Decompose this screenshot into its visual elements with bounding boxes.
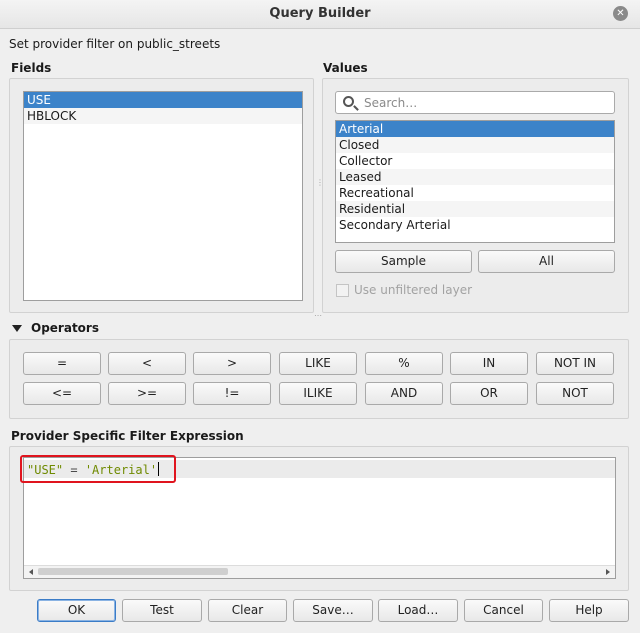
sample-button[interactable]: Sample	[335, 250, 472, 273]
value-item[interactable]: Closed	[336, 137, 614, 153]
op-not-in-button[interactable]: NOT IN	[536, 352, 614, 375]
close-icon[interactable]: ✕	[613, 6, 628, 21]
field-item-use[interactable]: USE	[24, 92, 302, 108]
load-button[interactable]: Load…	[378, 599, 458, 622]
value-item[interactable]: Arterial	[336, 121, 614, 137]
value-item[interactable]: Residential	[336, 201, 614, 217]
op-less-button[interactable]: <	[108, 352, 186, 375]
op-and-button[interactable]: AND	[365, 382, 443, 405]
op-greater-equal-button[interactable]: >=	[108, 382, 186, 405]
op-greater-button[interactable]: >	[193, 352, 271, 375]
search-icon	[343, 96, 354, 107]
scroll-right-icon[interactable]	[606, 569, 610, 575]
field-item-hblock[interactable]: HBLOCK	[24, 108, 302, 124]
operators-panel	[9, 339, 629, 419]
scroll-thumb[interactable]	[38, 568, 228, 575]
op-not-equal-button[interactable]: !=	[193, 382, 271, 405]
op-like-button[interactable]: LIKE	[279, 352, 357, 375]
window-title: Query Builder	[269, 6, 371, 21]
op-ilike-button[interactable]: ILIKE	[279, 382, 357, 405]
value-item[interactable]: Recreational	[336, 185, 614, 201]
horizontal-scrollbar[interactable]	[24, 565, 615, 578]
op-in-button[interactable]: IN	[450, 352, 528, 375]
value-item[interactable]: Secondary Arterial	[336, 217, 614, 233]
unfiltered-checkbox[interactable]	[336, 284, 349, 297]
expression-label: Provider Specific Filter Expression	[11, 429, 244, 443]
scroll-left-icon[interactable]	[29, 569, 33, 575]
value-item[interactable]: Leased	[336, 169, 614, 185]
splitter-handle-horizontal[interactable]: ⋯	[314, 311, 322, 320]
op-less-equal-button[interactable]: <=	[23, 382, 101, 405]
collapse-triangle-icon[interactable]	[12, 325, 22, 332]
op-equals-button[interactable]: =	[23, 352, 101, 375]
operators-label: Operators	[31, 321, 99, 335]
cancel-button[interactable]: Cancel	[464, 599, 543, 622]
search-input[interactable]	[362, 94, 607, 111]
op-percent-button[interactable]: %	[365, 352, 443, 375]
ok-button[interactable]: OK	[37, 599, 116, 622]
subtitle: Set provider filter on public_streets	[9, 37, 221, 51]
value-item[interactable]: Collector	[336, 153, 614, 169]
expression-highlight-box	[20, 455, 176, 483]
fields-label: Fields	[11, 61, 52, 75]
values-label: Values	[323, 61, 368, 75]
all-button[interactable]: All	[478, 250, 615, 273]
test-button[interactable]: Test	[122, 599, 202, 622]
unfiltered-label: Use unfiltered layer	[354, 283, 473, 297]
op-or-button[interactable]: OR	[450, 382, 528, 405]
search-box[interactable]	[335, 91, 615, 114]
title-bar: Query Builder ✕	[0, 0, 640, 29]
values-list[interactable]: Arterial Closed Collector Leased Recreat…	[335, 120, 615, 243]
fields-list[interactable]: USE HBLOCK	[23, 91, 303, 301]
op-not-button[interactable]: NOT	[536, 382, 614, 405]
help-button[interactable]: Help	[549, 599, 629, 622]
save-button[interactable]: Save…	[293, 599, 373, 622]
clear-button[interactable]: Clear	[208, 599, 287, 622]
